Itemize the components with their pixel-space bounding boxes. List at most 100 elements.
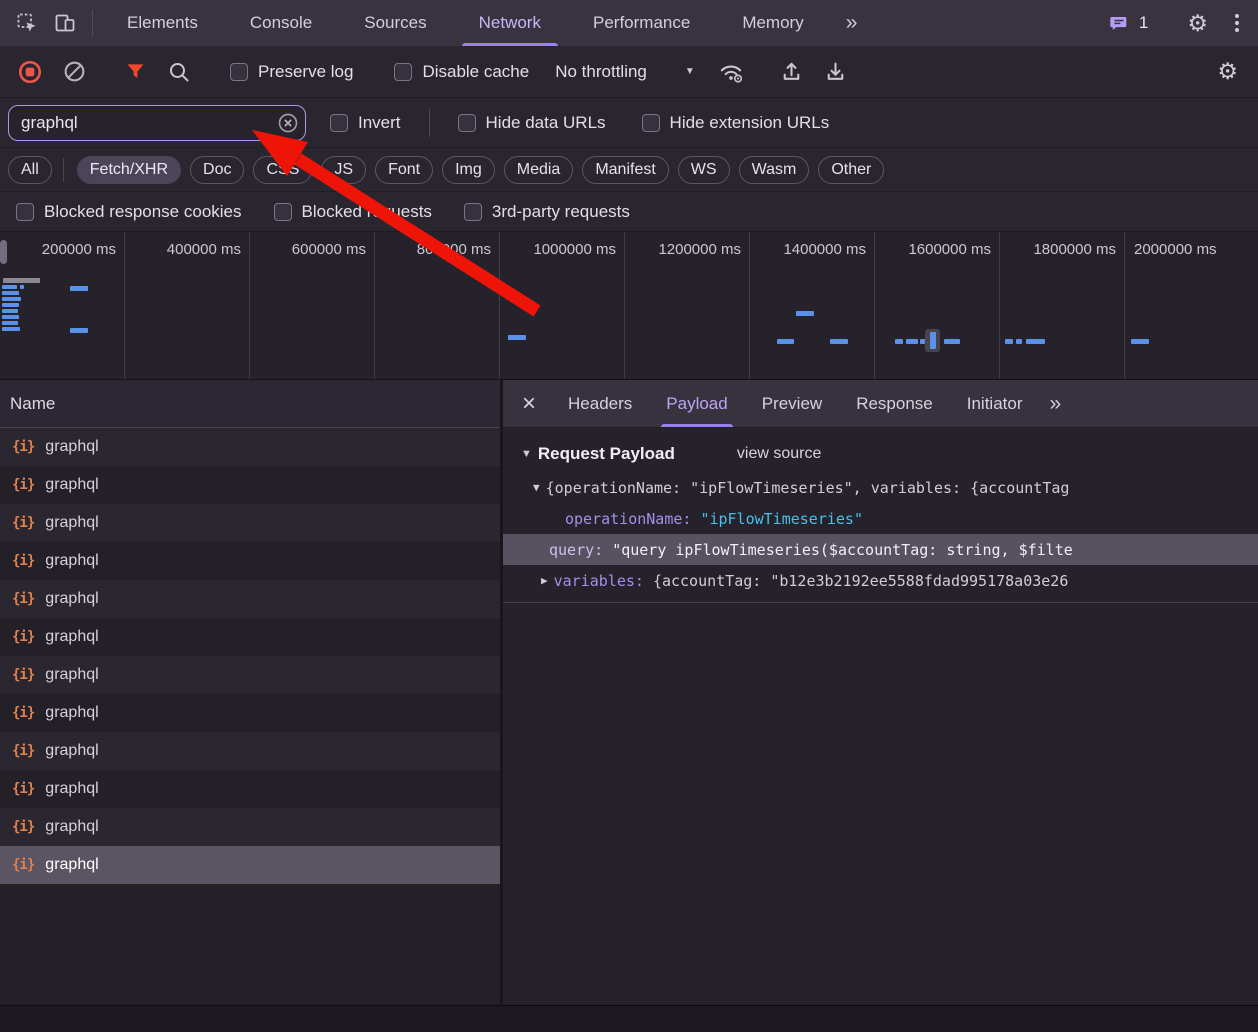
checkbox-box bbox=[642, 114, 660, 132]
more-panels-icon[interactable]: » bbox=[830, 0, 872, 46]
request-timeline-bar bbox=[1005, 339, 1013, 344]
request-type-chip[interactable]: JS bbox=[321, 156, 366, 184]
request-type-chip[interactable]: Doc bbox=[190, 156, 244, 184]
request-payload-section-header[interactable]: ▼ Request Payload view source bbox=[503, 436, 1258, 472]
request-type-chip[interactable]: Wasm bbox=[739, 156, 810, 184]
hide-extension-urls-checkbox[interactable]: Hide extension URLs bbox=[630, 113, 842, 133]
request-row[interactable]: {i} graphql bbox=[0, 466, 500, 504]
request-row[interactable]: {i} graphql bbox=[0, 694, 500, 732]
payload-preview-line[interactable]: ▼ {operationName: "ipFlowTimeseries", va… bbox=[503, 472, 1258, 503]
hide-extension-urls-label: Hide extension URLs bbox=[670, 113, 830, 133]
details-tab[interactable]: Headers bbox=[551, 380, 649, 427]
advanced-filter-label: Blocked response cookies bbox=[44, 202, 242, 222]
payload-variables-line[interactable]: ▶ variables: {accountTag: "b12e3b2192ee5… bbox=[503, 565, 1258, 596]
request-type-chip[interactable]: Other bbox=[818, 156, 884, 184]
request-type-chip[interactable]: Font bbox=[375, 156, 433, 184]
kebab-menu-icon[interactable] bbox=[1220, 14, 1254, 32]
panel-tab[interactable]: Console bbox=[224, 0, 338, 46]
details-tab[interactable]: Response bbox=[839, 380, 950, 427]
search-icon[interactable] bbox=[157, 60, 201, 84]
checkbox-box bbox=[230, 63, 248, 81]
request-type-chip[interactable]: Img bbox=[442, 156, 495, 184]
preserve-log-checkbox[interactable]: Preserve log bbox=[218, 62, 365, 82]
close-details-icon[interactable]: × bbox=[507, 380, 551, 427]
network-settings-gear-icon[interactable]: ⚙ bbox=[1205, 58, 1250, 85]
request-type-chip[interactable]: Manifest bbox=[582, 156, 668, 184]
advanced-filter-checkbox[interactable]: Blocked response cookies bbox=[4, 202, 254, 222]
disclosure-triangle-icon[interactable]: ▶ bbox=[541, 574, 548, 587]
import-har-icon[interactable] bbox=[770, 59, 814, 84]
payload-operation-line[interactable]: operationName: "ipFlowTimeseries" bbox=[503, 503, 1258, 534]
request-name-label: graphql bbox=[45, 856, 98, 874]
filter-icon[interactable] bbox=[113, 60, 157, 83]
details-tab[interactable]: Payload bbox=[649, 380, 744, 427]
requests-list: {i} graphql {i} graphql {i} graphql {i} … bbox=[0, 428, 500, 1005]
request-name-label: graphql bbox=[45, 438, 98, 456]
clear-filter-icon[interactable] bbox=[277, 112, 299, 134]
message-bubble-icon bbox=[1108, 12, 1130, 34]
panel-tab[interactable]: Performance bbox=[567, 0, 716, 46]
request-row[interactable]: {i} graphql bbox=[0, 770, 500, 808]
request-timeline-bar bbox=[930, 332, 936, 349]
json-request-icon: {i} bbox=[12, 781, 34, 797]
request-row[interactable]: {i} graphql bbox=[0, 618, 500, 656]
request-row[interactable]: {i} graphql bbox=[0, 504, 500, 542]
request-row[interactable]: {i} graphql bbox=[0, 428, 500, 466]
advanced-filter-checkbox[interactable]: 3rd-party requests bbox=[452, 202, 642, 222]
request-type-chip[interactable]: Fetch/XHR bbox=[77, 156, 181, 184]
panel-tab[interactable]: Memory bbox=[716, 0, 829, 46]
request-row[interactable]: {i} graphql bbox=[0, 732, 500, 770]
disclosure-triangle-icon[interactable]: ▼ bbox=[533, 481, 540, 494]
network-overview-timeline[interactable]: 200000 ms 400000 ms 600000 ms 800000 ms … bbox=[0, 232, 1258, 380]
request-row[interactable]: {i} graphql bbox=[0, 656, 500, 694]
advanced-filter-checkbox[interactable]: Blocked requests bbox=[262, 202, 444, 222]
panel-tab[interactable]: Sources bbox=[338, 0, 452, 46]
view-source-link[interactable]: view source bbox=[737, 445, 821, 463]
overview-grip-handle[interactable] bbox=[0, 240, 7, 264]
json-string-value: "ipFlowTimeseries" bbox=[700, 510, 863, 528]
request-timeline-bar bbox=[830, 339, 848, 344]
request-timeline-bar bbox=[944, 339, 960, 344]
clear-network-log-icon[interactable] bbox=[52, 59, 96, 84]
details-tab[interactable]: Preview bbox=[745, 380, 839, 427]
payload-divider bbox=[503, 602, 1258, 603]
request-name-label: graphql bbox=[45, 818, 98, 836]
hide-data-urls-checkbox[interactable]: Hide data URLs bbox=[446, 113, 618, 133]
invert-checkbox[interactable]: Invert bbox=[318, 113, 413, 133]
filter-input[interactable] bbox=[8, 105, 306, 141]
issues-counter[interactable]: 1 bbox=[1098, 12, 1158, 34]
request-timeline-bar bbox=[2, 327, 20, 331]
payload-view: ▼ Request Payload view source ▼ {operati… bbox=[503, 428, 1258, 603]
request-row[interactable]: {i} graphql bbox=[0, 542, 500, 580]
request-timeline-bar bbox=[2, 285, 17, 289]
settings-gear-icon[interactable]: ⚙ bbox=[1175, 10, 1220, 37]
request-timeline-bar bbox=[895, 339, 903, 344]
network-filterbar: Invert Hide data URLs Hide extension URL… bbox=[0, 98, 1258, 148]
request-type-chip[interactable]: WS bbox=[678, 156, 730, 184]
throttling-value: No throttling bbox=[555, 62, 647, 82]
json-request-icon: {i} bbox=[12, 515, 34, 531]
more-details-tabs-icon[interactable]: » bbox=[1040, 380, 1070, 427]
request-row[interactable]: {i} graphql bbox=[0, 580, 500, 618]
request-timeline-bar bbox=[1131, 339, 1149, 344]
panel-tab[interactable]: Network bbox=[453, 0, 567, 46]
disable-cache-checkbox[interactable]: Disable cache bbox=[382, 62, 541, 82]
request-row[interactable]: {i} graphql bbox=[0, 808, 500, 846]
throttling-dropdown[interactable]: No throttling ▼ bbox=[541, 62, 709, 82]
timeline-bars bbox=[0, 232, 1258, 379]
request-row[interactable]: {i} graphql bbox=[0, 846, 500, 884]
network-conditions-icon[interactable] bbox=[709, 59, 753, 85]
payload-query-line-selected[interactable]: query: "query ipFlowTimeseries($accountT… bbox=[503, 534, 1258, 565]
request-name-label: graphql bbox=[45, 552, 98, 570]
request-type-chip[interactable]: All bbox=[8, 156, 52, 184]
details-tab[interactable]: Initiator bbox=[950, 380, 1040, 427]
request-type-chip[interactable]: CSS bbox=[253, 156, 312, 184]
name-column-header[interactable]: Name bbox=[0, 380, 500, 428]
record-network-log-icon[interactable] bbox=[8, 59, 52, 85]
request-type-chip[interactable]: Media bbox=[504, 156, 574, 184]
export-har-icon[interactable] bbox=[814, 59, 858, 84]
devtools-tabbar: Elements Console Sources Network Perform… bbox=[0, 0, 1258, 46]
panel-tab[interactable]: Elements bbox=[101, 0, 224, 46]
device-toolbar-icon[interactable] bbox=[46, 0, 84, 46]
inspect-element-icon[interactable] bbox=[8, 0, 46, 46]
